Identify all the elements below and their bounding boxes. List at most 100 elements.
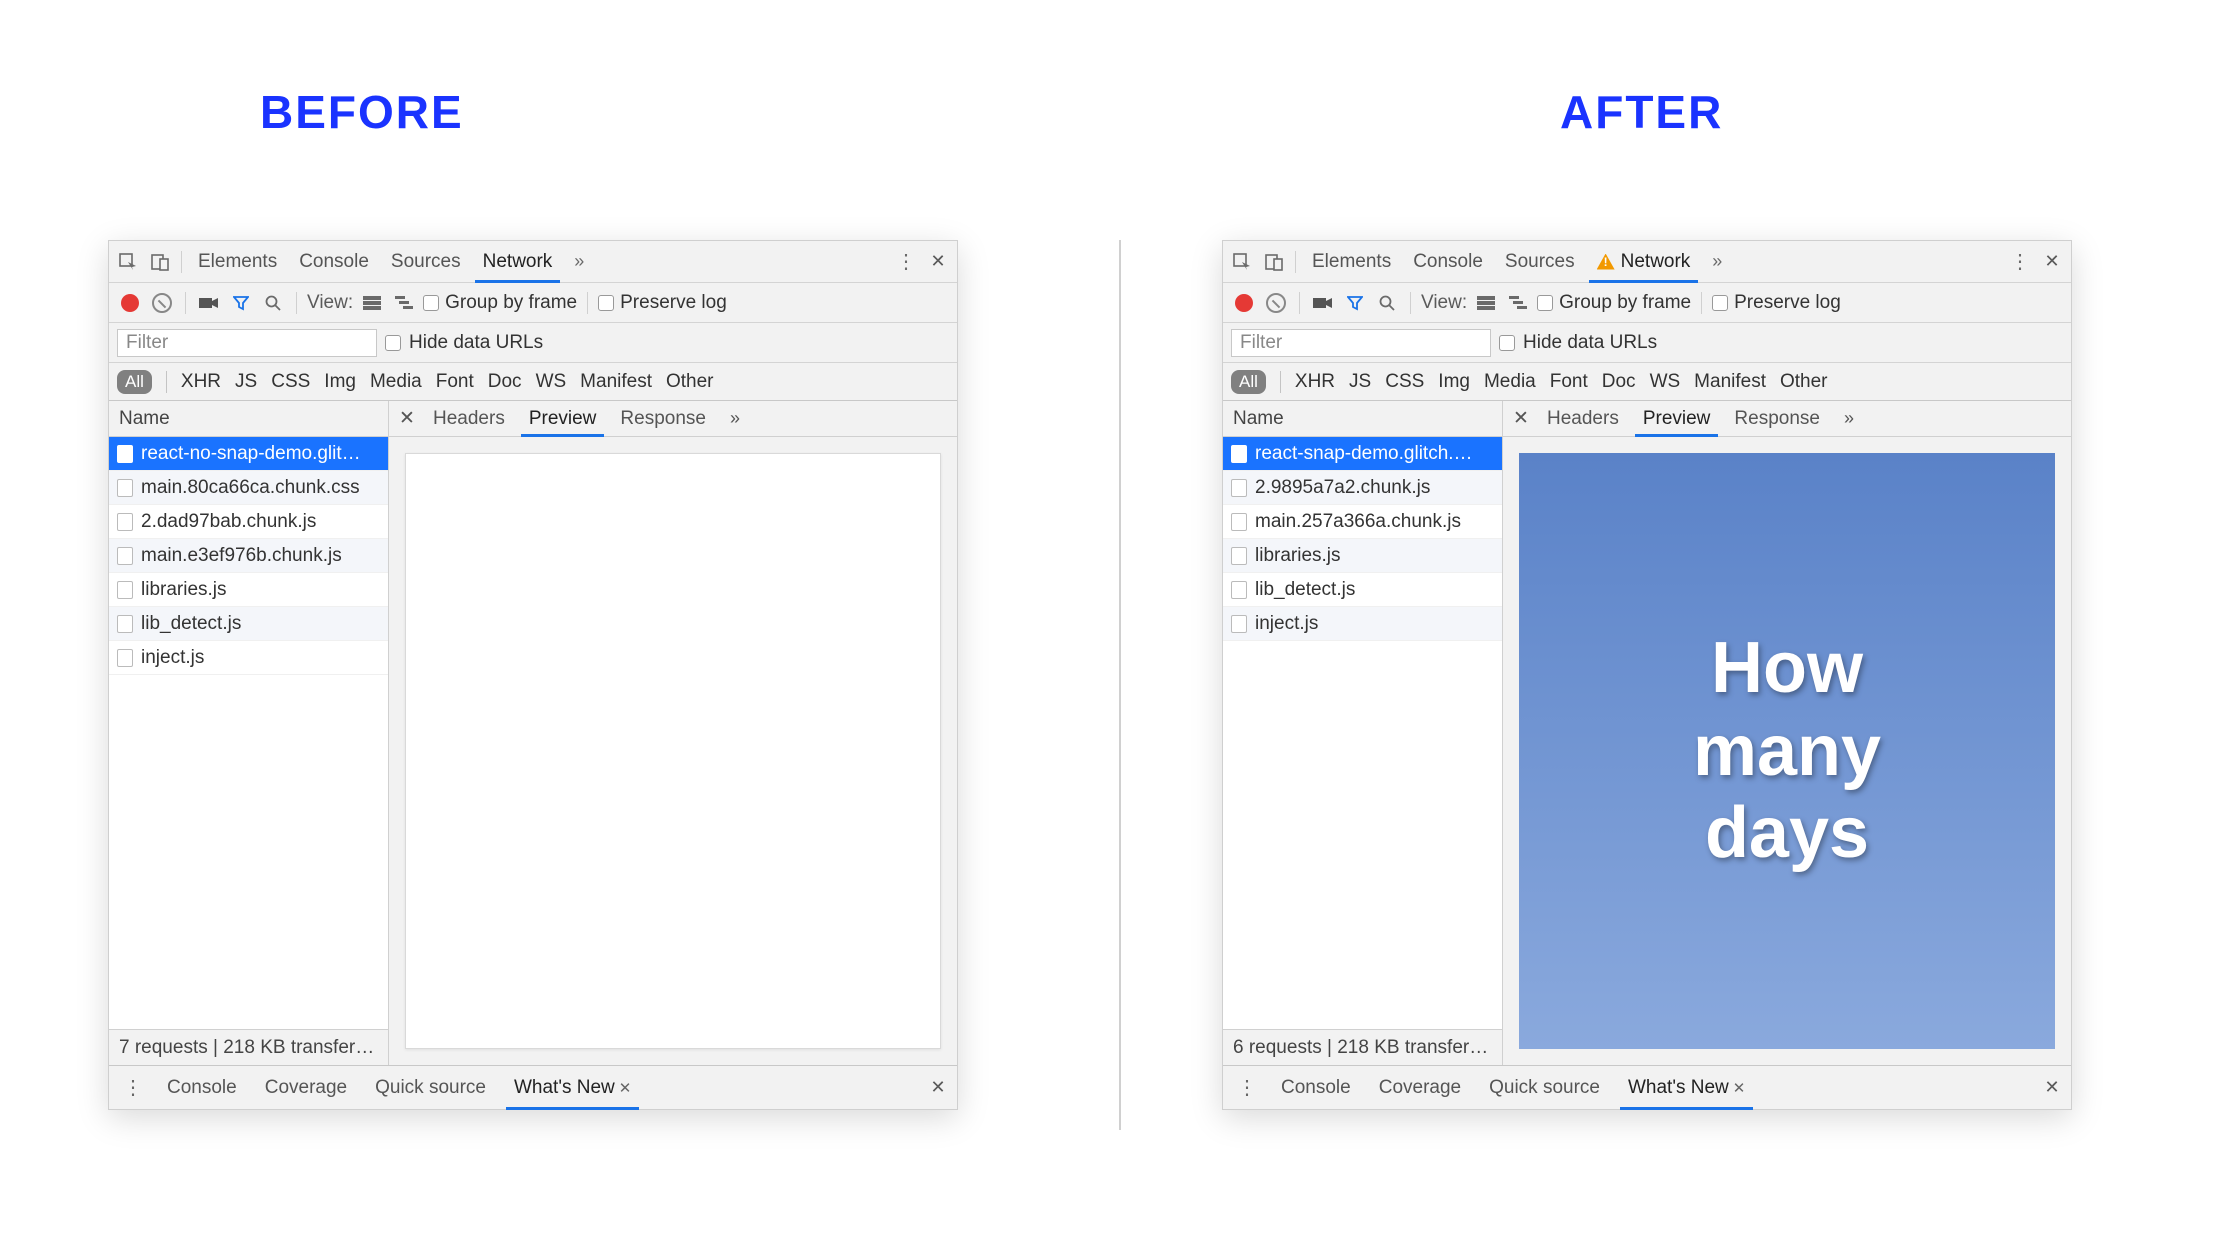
- filter-doc[interactable]: Doc: [488, 371, 522, 393]
- request-row[interactable]: libraries.js: [109, 573, 388, 607]
- filter-xhr[interactable]: XHR: [1295, 371, 1335, 393]
- filter-img[interactable]: Img: [324, 371, 356, 393]
- camera-icon[interactable]: [1310, 290, 1336, 316]
- filter-css[interactable]: CSS: [1385, 371, 1424, 393]
- drawer-tab-console[interactable]: Console: [153, 1066, 251, 1110]
- device-toggle-icon[interactable]: [1259, 247, 1289, 277]
- preserve-log-checkbox[interactable]: [598, 295, 614, 311]
- filter-font[interactable]: Font: [436, 371, 474, 393]
- preserve-log-checkbox[interactable]: [1712, 295, 1728, 311]
- close-detail-icon[interactable]: ✕: [393, 407, 421, 430]
- clear-icon[interactable]: [1263, 290, 1289, 316]
- drawer-tab-quick-source[interactable]: Quick source: [361, 1066, 500, 1110]
- drawer-tab-console[interactable]: Console: [1267, 1066, 1365, 1110]
- close-drawer-icon[interactable]: ✕: [2037, 1073, 2067, 1103]
- tab-console[interactable]: Console: [289, 241, 379, 283]
- device-toggle-icon[interactable]: [145, 247, 175, 277]
- filter-icon[interactable]: [228, 290, 254, 316]
- request-row[interactable]: react-no-snap-demo.glit…: [109, 437, 388, 471]
- filter-ws[interactable]: WS: [1650, 371, 1681, 393]
- request-row[interactable]: 2.dad97bab.chunk.js: [109, 505, 388, 539]
- more-tabs-icon[interactable]: »: [1702, 247, 1732, 277]
- close-detail-icon[interactable]: ✕: [1507, 407, 1535, 430]
- hide-data-urls-checkbox[interactable]: [385, 335, 401, 351]
- close-tab-icon[interactable]: ✕: [619, 1079, 632, 1097]
- close-devtools-icon[interactable]: ✕: [2037, 247, 2067, 277]
- detail-more-icon[interactable]: »: [718, 401, 752, 437]
- tab-network[interactable]: Network: [473, 241, 563, 283]
- filter-other[interactable]: Other: [666, 371, 714, 393]
- request-row[interactable]: inject.js: [1223, 607, 1502, 641]
- request-row[interactable]: react-snap-demo.glitch.…: [1223, 437, 1502, 471]
- close-drawer-icon[interactable]: ✕: [923, 1073, 953, 1103]
- detail-tab-response[interactable]: Response: [608, 401, 718, 437]
- filter-js[interactable]: JS: [235, 371, 257, 393]
- inspect-icon[interactable]: [1227, 247, 1257, 277]
- record-icon[interactable]: [1231, 290, 1257, 316]
- list-header-name[interactable]: Name: [109, 401, 388, 437]
- close-tab-icon[interactable]: ✕: [1733, 1079, 1746, 1097]
- request-row[interactable]: lib_detect.js: [1223, 573, 1502, 607]
- large-rows-icon[interactable]: [1473, 290, 1499, 316]
- drawer-tab-coverage[interactable]: Coverage: [251, 1066, 361, 1110]
- tab-console[interactable]: Console: [1403, 241, 1493, 283]
- clear-icon[interactable]: [149, 290, 175, 316]
- detail-more-icon[interactable]: »: [1832, 401, 1866, 437]
- filter-doc[interactable]: Doc: [1602, 371, 1636, 393]
- list-header-name[interactable]: Name: [1223, 401, 1502, 437]
- filter-all[interactable]: All: [1231, 370, 1266, 394]
- filter-icon[interactable]: [1342, 290, 1368, 316]
- tab-sources[interactable]: Sources: [1495, 241, 1585, 283]
- request-row[interactable]: main.e3ef976b.chunk.js: [109, 539, 388, 573]
- filter-xhr[interactable]: XHR: [181, 371, 221, 393]
- camera-icon[interactable]: [196, 290, 222, 316]
- waterfall-icon[interactable]: [391, 290, 417, 316]
- filter-media[interactable]: Media: [1484, 371, 1536, 393]
- settings-menu-icon[interactable]: ⋮: [2005, 247, 2035, 277]
- filter-js[interactable]: JS: [1349, 371, 1371, 393]
- filter-input[interactable]: Filter: [117, 329, 377, 357]
- drawer-menu-icon[interactable]: ⋮: [1237, 1075, 1257, 1100]
- tab-sources[interactable]: Sources: [381, 241, 471, 283]
- drawer-tab-whats-new[interactable]: What's New✕: [1614, 1066, 1759, 1110]
- detail-tab-preview[interactable]: Preview: [517, 401, 609, 437]
- filter-media[interactable]: Media: [370, 371, 422, 393]
- tab-elements[interactable]: Elements: [1302, 241, 1401, 283]
- drawer-tab-coverage[interactable]: Coverage: [1365, 1066, 1475, 1110]
- filter-manifest[interactable]: Manifest: [1694, 371, 1766, 393]
- close-devtools-icon[interactable]: ✕: [923, 247, 953, 277]
- filter-img[interactable]: Img: [1438, 371, 1470, 393]
- request-row[interactable]: lib_detect.js: [109, 607, 388, 641]
- search-icon[interactable]: [260, 290, 286, 316]
- settings-menu-icon[interactable]: ⋮: [891, 247, 921, 277]
- request-row[interactable]: inject.js: [109, 641, 388, 675]
- request-row[interactable]: 2.9895a7a2.chunk.js: [1223, 471, 1502, 505]
- request-row[interactable]: libraries.js: [1223, 539, 1502, 573]
- drawer-menu-icon[interactable]: ⋮: [123, 1075, 143, 1100]
- detail-tab-response[interactable]: Response: [1722, 401, 1832, 437]
- waterfall-icon[interactable]: [1505, 290, 1531, 316]
- detail-tab-headers[interactable]: Headers: [421, 401, 517, 437]
- detail-tab-preview[interactable]: Preview: [1631, 401, 1723, 437]
- group-by-frame-checkbox[interactable]: [423, 295, 439, 311]
- filter-css[interactable]: CSS: [271, 371, 310, 393]
- filter-input[interactable]: Filter: [1231, 329, 1491, 357]
- request-row[interactable]: main.257a366a.chunk.js: [1223, 505, 1502, 539]
- filter-ws[interactable]: WS: [536, 371, 567, 393]
- drawer-tab-quick-source[interactable]: Quick source: [1475, 1066, 1614, 1110]
- tab-network[interactable]: Network: [1587, 241, 1701, 283]
- group-by-frame-checkbox[interactable]: [1537, 295, 1553, 311]
- record-icon[interactable]: [117, 290, 143, 316]
- drawer-tab-whats-new[interactable]: What's New✕: [500, 1066, 645, 1110]
- filter-all[interactable]: All: [117, 370, 152, 394]
- filter-manifest[interactable]: Manifest: [580, 371, 652, 393]
- request-row[interactable]: main.80ca66ca.chunk.css: [109, 471, 388, 505]
- search-icon[interactable]: [1374, 290, 1400, 316]
- inspect-icon[interactable]: [113, 247, 143, 277]
- filter-other[interactable]: Other: [1780, 371, 1828, 393]
- tab-elements[interactable]: Elements: [188, 241, 287, 283]
- detail-tab-headers[interactable]: Headers: [1535, 401, 1631, 437]
- large-rows-icon[interactable]: [359, 290, 385, 316]
- filter-font[interactable]: Font: [1550, 371, 1588, 393]
- more-tabs-icon[interactable]: »: [564, 247, 594, 277]
